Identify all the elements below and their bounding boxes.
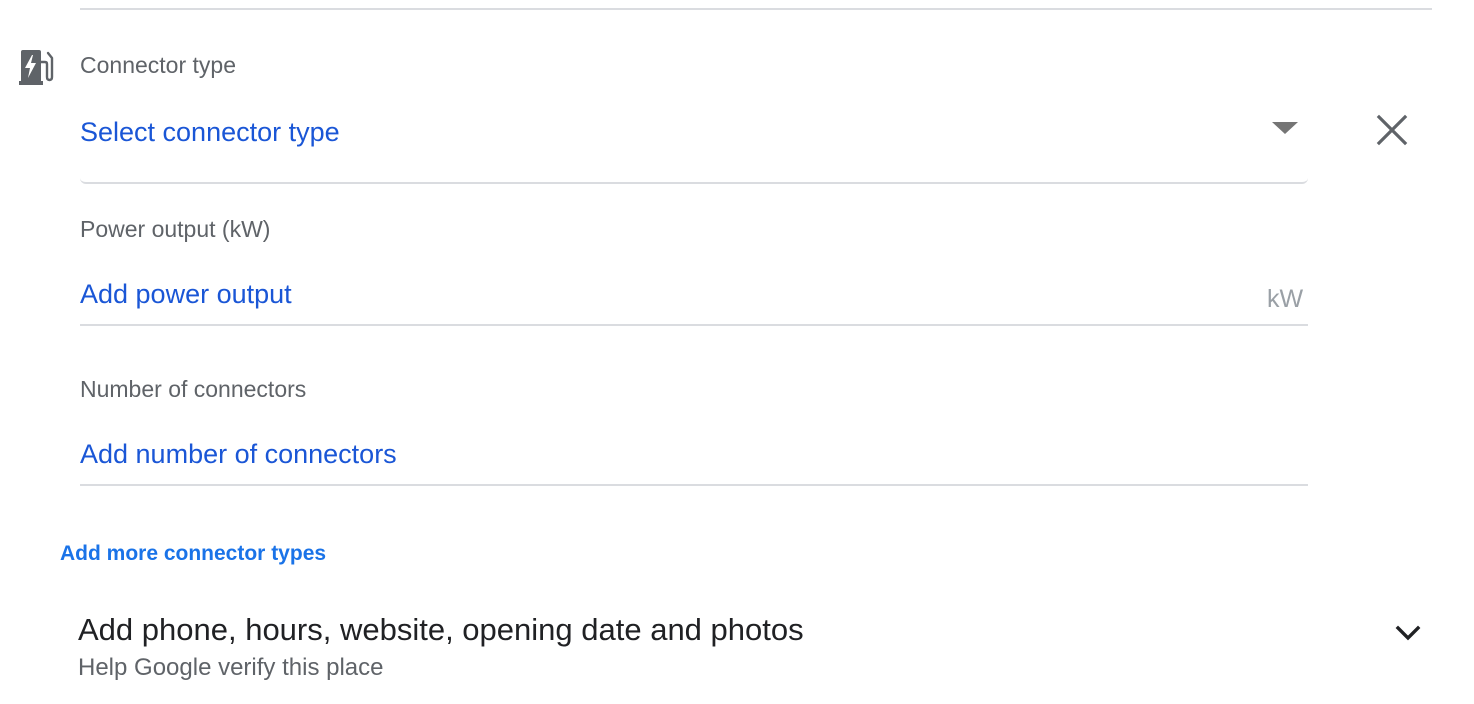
- chevron-down-icon: [1394, 622, 1422, 646]
- dropdown-arrow-icon: [1272, 122, 1298, 134]
- connector-type-value: Select connector type: [80, 117, 340, 147]
- power-output-input[interactable]: Add power output: [80, 281, 292, 308]
- power-output-unit: kW: [1267, 285, 1304, 313]
- connector-type-select[interactable]: Select connector type: [80, 100, 1308, 184]
- close-icon: [1376, 114, 1408, 146]
- power-output-underline: [80, 324, 1308, 326]
- extra-details-expander[interactable]: Add phone, hours, website, opening date …: [78, 608, 1438, 688]
- section-divider: [80, 8, 1432, 10]
- ev-station-icon: [19, 48, 55, 86]
- connector-count-underline: [80, 484, 1308, 486]
- add-more-connector-types-link[interactable]: Add more connector types: [60, 543, 326, 564]
- connector-count-input[interactable]: Add number of connectors: [80, 441, 397, 468]
- power-output-label: Power output (kW): [80, 216, 271, 242]
- connector-count-label: Number of connectors: [80, 376, 307, 402]
- connector-type-label: Connector type: [80, 52, 236, 78]
- extra-details-title: Add phone, hours, website, opening date …: [78, 612, 804, 647]
- remove-connector-button[interactable]: [1372, 110, 1412, 150]
- extra-details-subtitle: Help Google verify this place: [78, 654, 384, 681]
